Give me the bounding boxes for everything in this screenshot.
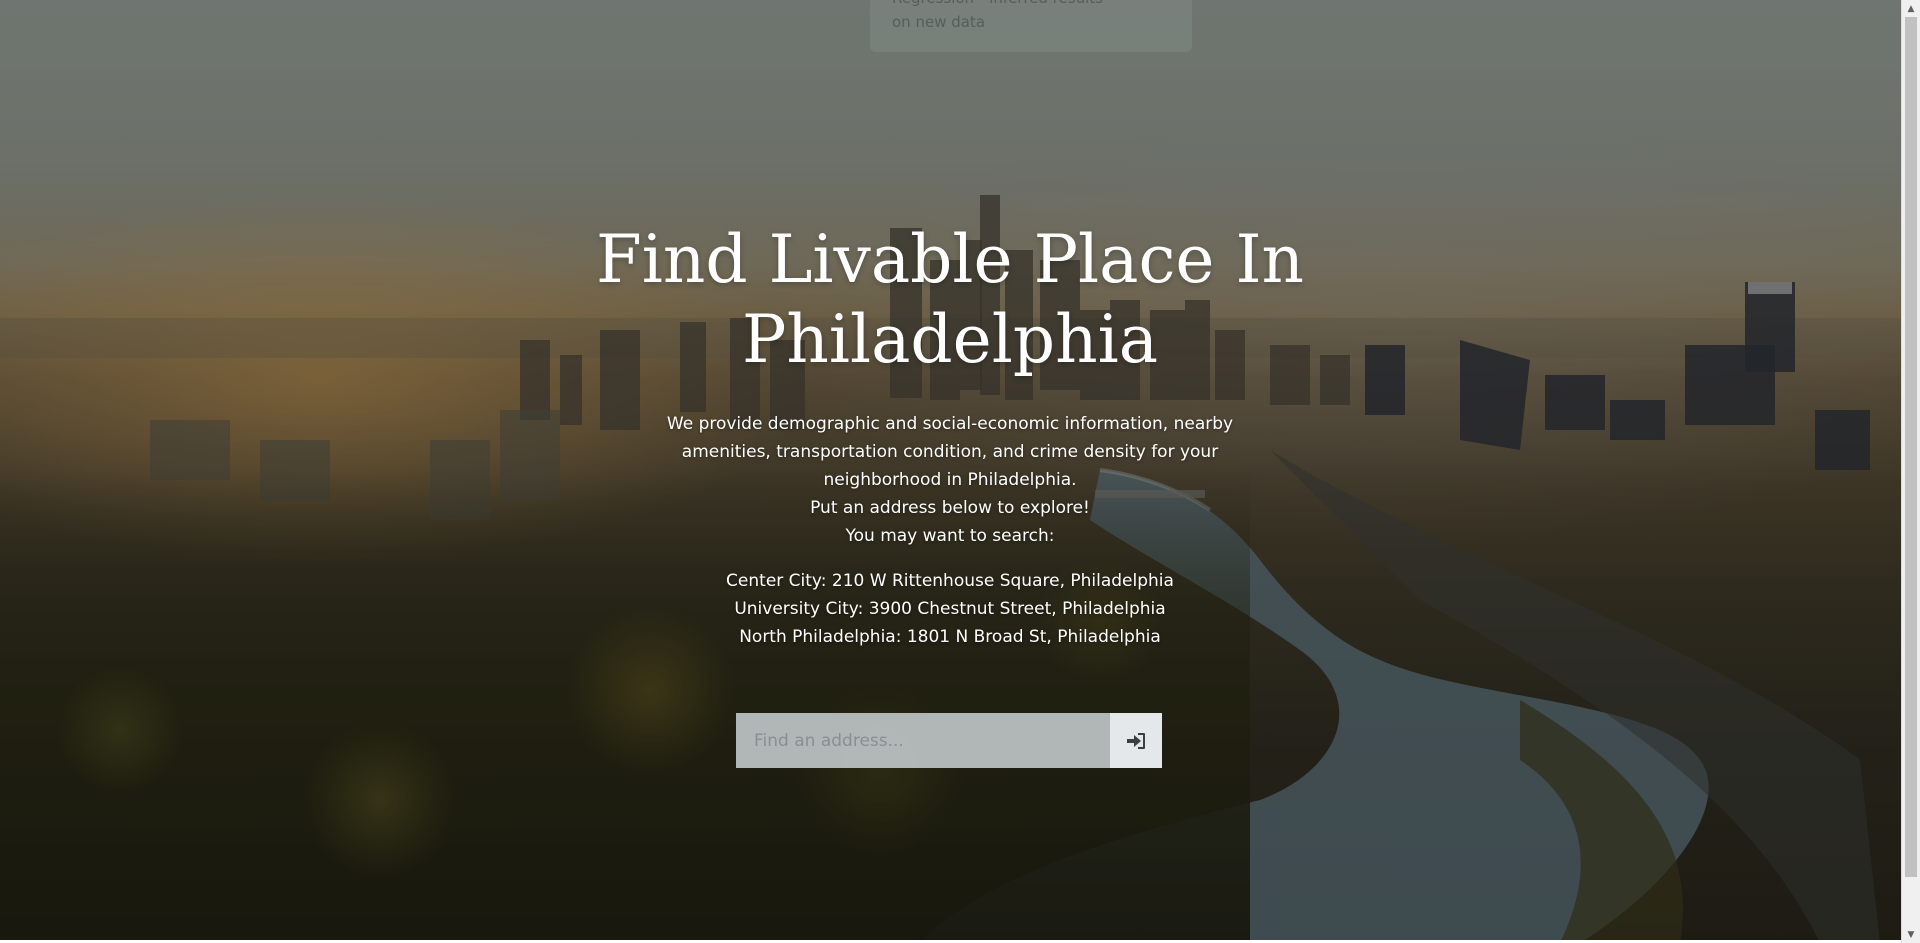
arrow-down-icon[interactable]: ▼ [1902,926,1920,943]
arrow-up-icon[interactable]: ▲ [1902,0,1920,17]
address-search-input[interactable] [736,713,1110,768]
description-cta: Put an address below to explore! [810,498,1090,518]
toast-line-2: on new data [892,13,986,31]
example-address-north-philadelphia: North Philadelphia: 1801 N Broad St, Phi… [739,627,1161,647]
hero-description: We provide demographic and social-econom… [640,410,1260,550]
description-text: We provide demographic and social-econom… [666,414,1234,490]
title-line-1: Find Livable Place In [595,221,1305,298]
example-address-university-city: University City: 3900 Chestnut Street, P… [734,599,1166,619]
title-line-2: Philadelphia [741,301,1159,378]
page-title: Find Livable Place In Philadelphia [560,220,1340,380]
hero-viewport: Regression - Inferred results on new dat… [0,0,1901,943]
notification-toast: Regression - Inferred results on new dat… [870,0,1192,52]
toast-line-1: Regression - Inferred results [892,0,1170,10]
example-address-center-city: Center City: 210 W Rittenhouse Square, P… [726,571,1174,591]
vertical-scrollbar[interactable]: ▲ ▼ [1901,0,1920,943]
address-search-form [736,713,1162,768]
search-submit-button[interactable] [1110,713,1162,768]
scrollbar-thumb[interactable] [1905,17,1917,877]
example-addresses: Center City: 210 W Rittenhouse Square, P… [640,567,1260,651]
description-suggestion: You may want to search: [845,526,1055,546]
sign-in-icon [1127,732,1145,749]
